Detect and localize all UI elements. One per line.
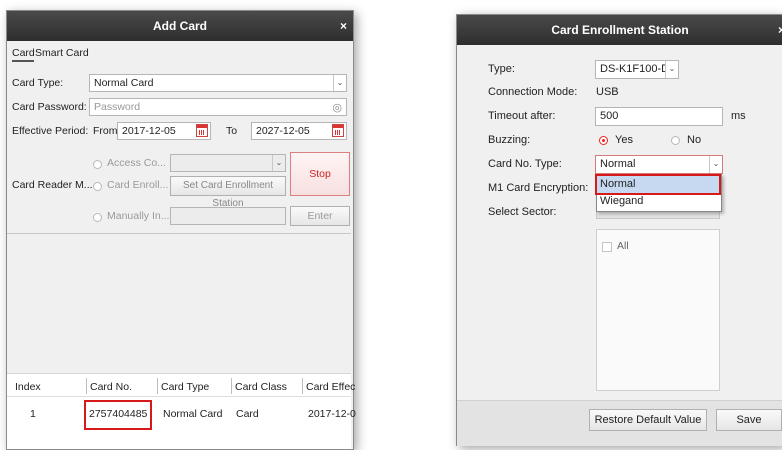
manual-input-label: Manually In... xyxy=(107,210,170,222)
column-header-card-class[interactable]: Card Class xyxy=(235,381,287,393)
card-enrollment-station-dialog: Card Enrollment Station × Type: DS-K1F10… xyxy=(456,14,782,446)
sector-list[interactable] xyxy=(596,229,720,391)
card-no-type-label: Card No. Type: xyxy=(488,158,562,170)
connection-mode-label: Connection Mode: xyxy=(488,86,578,98)
chevron-down-icon: ⌄ xyxy=(272,155,285,171)
select-all-label: All xyxy=(617,240,629,252)
buzzing-label: Buzzing: xyxy=(488,134,531,146)
access-controller-radio[interactable] xyxy=(93,160,102,169)
buzzing-yes-label: Yes xyxy=(615,134,633,146)
cell-card-type: Normal Card xyxy=(163,408,223,420)
set-card-enrollment-station-button[interactable]: Set Card Enrollment Station xyxy=(170,176,286,209)
restore-default-button[interactable]: Restore Default Value xyxy=(589,409,707,431)
access-controller-select[interactable]: ⌄ xyxy=(170,154,286,172)
cell-card-effective: 2017-12-0 xyxy=(308,408,356,420)
card-enrollment-label: Card Enroll... xyxy=(107,179,169,191)
dialog-title: Card Enrollment Station xyxy=(551,23,689,37)
timeout-input[interactable]: 500 xyxy=(595,107,723,126)
buzzing-yes-radio[interactable] xyxy=(599,136,608,145)
to-label: To xyxy=(226,125,238,137)
card-no-type-select[interactable]: Normal ⌄ xyxy=(595,155,723,174)
card-enrollment-radio[interactable] xyxy=(93,182,102,191)
normal-option-highlight xyxy=(595,174,721,195)
m1-card-encryption-label: M1 Card Encryption: xyxy=(488,182,589,194)
column-separator xyxy=(231,378,232,394)
enrollment-title-bar: Card Enrollment Station × xyxy=(457,15,782,45)
stop-reading-button[interactable]: Stop Reading xyxy=(290,152,350,222)
tab-smart-card[interactable]: Smart Card xyxy=(35,47,89,59)
chevron-down-icon: ⌄ xyxy=(665,61,678,78)
cell-card-class: Card xyxy=(236,408,259,420)
timeout-unit: ms xyxy=(731,110,746,122)
select-sector-label: Select Sector: xyxy=(488,206,557,218)
column-separator xyxy=(302,378,303,394)
end-date-value: 2027-12-05 xyxy=(256,125,310,137)
calendar-icon[interactable] xyxy=(196,124,208,137)
from-label: From xyxy=(93,125,118,137)
device-type-value: DS-K1F100-D8 xyxy=(600,63,676,75)
card-password-label: Card Password: xyxy=(12,101,87,113)
column-separator xyxy=(86,378,87,394)
column-header-index[interactable]: Index xyxy=(15,381,41,393)
dialog-title: Add Card xyxy=(153,19,207,33)
close-icon[interactable]: × xyxy=(778,15,782,45)
chevron-down-icon: ⌄ xyxy=(709,156,722,173)
cell-index: 1 xyxy=(30,408,36,420)
column-header-card-type[interactable]: Card Type xyxy=(161,381,209,393)
card-reader-mode-label: Card Reader M... xyxy=(12,179,93,191)
tab-card[interactable]: Card xyxy=(12,47,35,59)
column-header-card-no[interactable]: Card No. xyxy=(90,381,132,393)
card-password-placeholder: Password xyxy=(94,101,141,113)
tab-card-underline xyxy=(12,60,34,62)
device-type-select[interactable]: DS-K1F100-D8 ⌄ xyxy=(595,60,679,79)
card-no-type-value: Normal xyxy=(600,158,636,170)
manual-input-radio[interactable] xyxy=(93,213,102,222)
divider xyxy=(7,233,351,234)
access-controller-label: Access Co... xyxy=(107,157,166,169)
manual-card-number-input[interactable] xyxy=(170,207,286,225)
card-type-select[interactable]: Normal Card ⌄ xyxy=(89,74,347,92)
type-label: Type: xyxy=(488,63,515,75)
card-password-input[interactable]: Password ◎ xyxy=(89,98,347,116)
dropdown-option-wiegand-label[interactable]: Wiegand xyxy=(600,195,643,207)
card-number-highlight xyxy=(84,400,152,430)
save-button[interactable]: Save xyxy=(716,409,782,431)
card-type-value: Normal Card xyxy=(94,77,154,89)
connection-mode-value: USB xyxy=(596,86,619,98)
table-header-line xyxy=(7,396,351,397)
add-card-title-bar: Add Card × xyxy=(7,11,353,41)
calendar-icon[interactable] xyxy=(332,124,344,137)
timeout-label: Timeout after: xyxy=(488,110,556,122)
start-date-value: 2017-12-05 xyxy=(122,125,176,137)
eye-icon[interactable]: ◎ xyxy=(332,100,342,115)
timeout-value: 500 xyxy=(600,110,619,122)
close-icon[interactable]: × xyxy=(340,11,347,41)
buzzing-no-label: No xyxy=(687,134,702,146)
select-all-checkbox[interactable] xyxy=(602,242,612,252)
enter-button[interactable]: Enter xyxy=(290,206,350,226)
buzzing-no-radio[interactable] xyxy=(671,136,680,145)
column-header-card-effective[interactable]: Card Effec xyxy=(306,381,355,393)
column-separator xyxy=(157,378,158,394)
effective-period-label: Effective Period: xyxy=(12,125,89,137)
card-type-label: Card Type: xyxy=(12,77,64,89)
chevron-down-icon: ⌄ xyxy=(333,75,346,91)
